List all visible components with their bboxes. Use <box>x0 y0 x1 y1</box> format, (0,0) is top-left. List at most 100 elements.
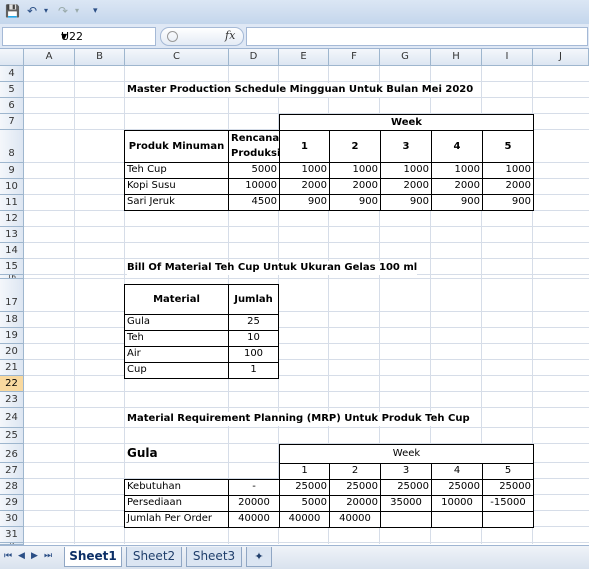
chevron-down-icon[interactable]: ▼ <box>61 28 152 45</box>
mps-row-name: Kopi Susu <box>124 178 229 195</box>
mrp-cell: 20000 <box>228 495 280 512</box>
column-header-j[interactable]: J <box>533 49 589 65</box>
column-header-c[interactable]: C <box>125 49 229 65</box>
mrp-cell <box>482 511 534 528</box>
row-header[interactable]: 29 <box>0 495 24 511</box>
row-header[interactable]: 8 <box>0 130 24 163</box>
row-header[interactable]: 30 <box>0 511 24 527</box>
mps-week-2: 2 <box>329 130 381 163</box>
mps-week-3: 3 <box>380 130 432 163</box>
prev-sheet-icon[interactable]: ◀ <box>18 551 25 561</box>
insert-function-icon[interactable]: fx <box>225 29 235 42</box>
mps-cell: 900 <box>431 194 483 211</box>
resize-handle-icon[interactable] <box>167 31 178 42</box>
row-header[interactable]: 18 <box>0 312 24 328</box>
insert-sheet-icon[interactable]: ✦ <box>246 547 272 567</box>
mps-cell: 1000 <box>380 162 432 179</box>
name-box[interactable]: U22 ▼ <box>2 27 156 46</box>
sheet-tab-bar: ⏮ ◀ ▶ ⏭ Sheet1 Sheet2 Sheet3 ✦ <box>0 545 589 569</box>
row-header[interactable]: 14 <box>0 243 24 259</box>
row-header[interactable]: 25 <box>0 428 24 444</box>
row-header[interactable]: 19 <box>0 328 24 344</box>
formula-input[interactable] <box>246 27 588 46</box>
row-header[interactable]: 26 <box>0 444 24 463</box>
mps-plan-header: Rencana Produksi <box>228 130 280 163</box>
column-header-f[interactable]: F <box>329 49 380 65</box>
mrp-cell <box>431 511 483 528</box>
mps-week-header: Week <box>279 114 534 131</box>
mps-plan-header-line1: Rencana <box>231 133 280 144</box>
mps-row-plan: 5000 <box>228 162 280 179</box>
column-header-h[interactable]: H <box>431 49 482 65</box>
column-header-a[interactable]: A <box>24 49 75 65</box>
row-header[interactable]: 4 <box>0 66 24 82</box>
save-icon[interactable]: 💾 <box>5 4 20 18</box>
mrp-cell <box>380 511 432 528</box>
row-header[interactable]: 11 <box>0 195 24 211</box>
tab-sheet2[interactable]: Sheet2 <box>126 547 182 567</box>
row-header[interactable]: 23 <box>0 392 24 408</box>
tab-sheet3[interactable]: Sheet3 <box>186 547 242 567</box>
row-header[interactable]: 17 <box>0 279 24 312</box>
mps-cell: 2000 <box>329 178 381 195</box>
mrp-cell: 25000 <box>329 479 381 496</box>
redo-dropdown-icon[interactable]: ▾ <box>75 4 79 18</box>
row-header[interactable]: 15 <box>0 259 24 275</box>
formula-bar: U22 ▼ fx <box>0 24 589 49</box>
mrp-week-1: 1 <box>279 463 330 480</box>
last-sheet-icon[interactable]: ⏭ <box>44 551 52 561</box>
bom-qty: 100 <box>228 346 279 363</box>
row-header[interactable]: 7 <box>0 114 24 130</box>
bom-qty-header: Jumlah <box>228 284 279 315</box>
quick-access-toolbar: 💾 ↶ ▾ ↷ ▾ ▾ <box>0 0 589 25</box>
mps-plan-header-line2: Produksi <box>231 148 281 159</box>
mrp-week-2: 2 <box>329 463 381 480</box>
tab-sheet1[interactable]: Sheet1 <box>64 547 122 567</box>
mrp-cell: 35000 <box>380 495 432 512</box>
customize-toolbar-icon[interactable]: ▾ <box>93 4 98 18</box>
bom-qty: 25 <box>228 314 279 331</box>
redo-icon[interactable]: ↷ <box>58 4 68 18</box>
mrp-row-label: Kebutuhan <box>124 479 229 496</box>
row-header[interactable]: 5 <box>0 82 24 98</box>
mrp-cell: 25000 <box>380 479 432 496</box>
mrp-cell: 40000 <box>279 511 330 528</box>
mps-cell: 1000 <box>329 162 381 179</box>
mrp-cell: 40000 <box>228 511 280 528</box>
mps-week-4: 4 <box>431 130 483 163</box>
row-header[interactable]: 13 <box>0 227 24 243</box>
column-header-d[interactable]: D <box>229 49 279 65</box>
bom-material: Air <box>124 346 229 363</box>
first-sheet-icon[interactable]: ⏮ <box>4 551 12 561</box>
mps-cell: 2000 <box>279 178 330 195</box>
column-header-b[interactable]: B <box>75 49 125 65</box>
row-header[interactable]: 9 <box>0 163 24 179</box>
row-header[interactable]: 6 <box>0 98 24 114</box>
select-all-button[interactable] <box>0 49 24 65</box>
row-header[interactable]: 10 <box>0 179 24 195</box>
row-header[interactable]: 21 <box>0 360 24 376</box>
row-header[interactable]: 31 <box>0 527 24 543</box>
mrp-cell: 20000 <box>329 495 381 512</box>
mrp-week-5: 5 <box>482 463 534 480</box>
mps-cell: 2000 <box>482 178 534 195</box>
mps-cell: 900 <box>380 194 432 211</box>
row-header-selected[interactable]: 22 <box>0 376 24 392</box>
mps-title: Master Production Schedule Mingguan Untu… <box>127 83 474 97</box>
mps-cell: 1000 <box>482 162 534 179</box>
column-header-g[interactable]: G <box>380 49 431 65</box>
row-header[interactable]: 27 <box>0 463 24 479</box>
row-header[interactable]: 24 <box>0 408 24 428</box>
undo-icon[interactable]: ↶ <box>27 4 37 18</box>
bom-qty: 10 <box>228 330 279 347</box>
row-header[interactable]: 20 <box>0 344 24 360</box>
column-header-e[interactable]: E <box>279 49 329 65</box>
next-sheet-icon[interactable]: ▶ <box>31 551 38 561</box>
mps-cell: 900 <box>482 194 534 211</box>
mps-cell: 1000 <box>431 162 483 179</box>
mps-cell: 900 <box>329 194 381 211</box>
undo-dropdown-icon[interactable]: ▾ <box>44 4 48 18</box>
row-header[interactable]: 28 <box>0 479 24 495</box>
row-header[interactable]: 12 <box>0 211 24 227</box>
column-header-i[interactable]: I <box>482 49 533 65</box>
